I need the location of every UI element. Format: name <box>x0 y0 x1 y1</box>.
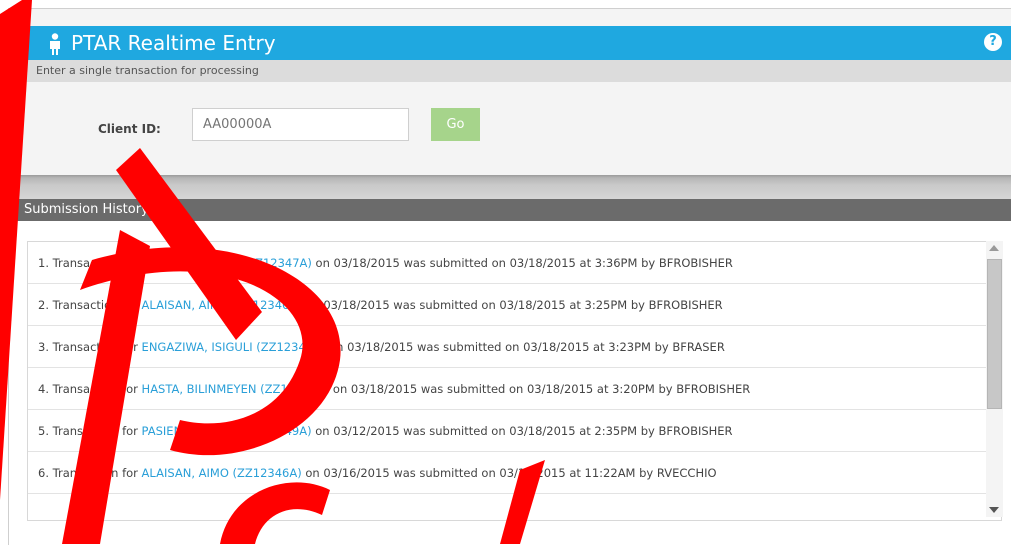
subtitle-text: Enter a single transaction for processin… <box>36 64 259 77</box>
scroll-up-arrow-icon[interactable] <box>989 245 999 251</box>
section-divider <box>9 175 1011 199</box>
list-item: 1. Transaction for ANHYSBYS, CLAF (ZZ123… <box>28 242 1001 284</box>
list-item: 5. Transaction for PASIENT, UKJENT (ZZ12… <box>28 410 1001 452</box>
scrollbar-thumb[interactable] <box>987 259 1002 409</box>
client-link[interactable]: ANHYSBYS, CLAF (ZZ12347A) <box>142 256 312 270</box>
list-item: 2. Transaction for ALAISAN, AIMO (ZZ1234… <box>28 284 1001 326</box>
client-link[interactable]: ALAISAN, AIMO (ZZ12346A) <box>142 298 302 312</box>
page-subtitle: Enter a single transaction for processin… <box>25 60 1011 82</box>
item-prefix: 4. Transaction for <box>38 382 142 396</box>
list-item: 3. Transaction for ENGAZIWA, ISIGULI (ZZ… <box>28 326 1001 368</box>
client-link[interactable]: HASTA, BILINMEYEN (ZZ12348A) <box>142 382 330 396</box>
item-suffix: on 03/12/2015 was submitted on 03/18/201… <box>311 424 733 438</box>
item-prefix: 2. Transaction for <box>38 298 142 312</box>
submission-history-header: Submission History <box>9 199 1011 221</box>
item-suffix: on 03/18/2015 was submitted on 03/18/201… <box>311 256 733 270</box>
entry-panel: PTAR Realtime Entry ? Enter a single tra… <box>9 9 1011 176</box>
title-bar: PTAR Realtime Entry ? <box>25 26 1011 60</box>
item-suffix: on 03/18/2015 was submitted on 03/18/201… <box>325 340 725 354</box>
client-id-label: Client ID: <box>98 122 161 136</box>
item-prefix: 6. Transaction for <box>38 466 142 480</box>
person-icon <box>50 33 60 55</box>
item-prefix: 3. Transaction for <box>38 340 142 354</box>
item-prefix: 1. Transaction for <box>38 256 142 270</box>
list-item: 4. Transaction for HASTA, BILINMEYEN (ZZ… <box>28 368 1001 410</box>
submission-history-title: Submission History <box>24 202 149 217</box>
item-suffix: on 03/18/2015 was submitted on 03/18/201… <box>329 382 751 396</box>
app-frame: PTAR Realtime Entry ? Enter a single tra… <box>8 8 1011 545</box>
page-title: PTAR Realtime Entry <box>71 31 276 55</box>
item-prefix: 5. Transaction for <box>38 424 142 438</box>
history-scrollbar[interactable] <box>986 241 1003 517</box>
client-id-input[interactable] <box>192 108 409 141</box>
item-suffix: on 03/16/2015 was submitted on 03/18/201… <box>301 466 717 480</box>
go-button[interactable]: Go <box>431 108 480 141</box>
help-icon[interactable]: ? <box>984 33 1002 51</box>
client-link[interactable]: ENGAZIWA, ISIGULI (ZZ12345A) <box>142 340 326 354</box>
item-suffix: on 03/18/2015 was submitted on 03/18/201… <box>301 298 723 312</box>
submission-history-list[interactable]: 1. Transaction for ANHYSBYS, CLAF (ZZ123… <box>27 241 1002 521</box>
client-link[interactable]: ALAISAN, AIMO (ZZ12346A) <box>142 466 302 480</box>
list-item <box>28 494 1001 520</box>
list-item: 6. Transaction for ALAISAN, AIMO (ZZ1234… <box>28 452 1001 494</box>
scroll-down-arrow-icon[interactable] <box>989 507 999 513</box>
client-link[interactable]: PASIENT, UKJENT (ZZ12349A) <box>142 424 312 438</box>
